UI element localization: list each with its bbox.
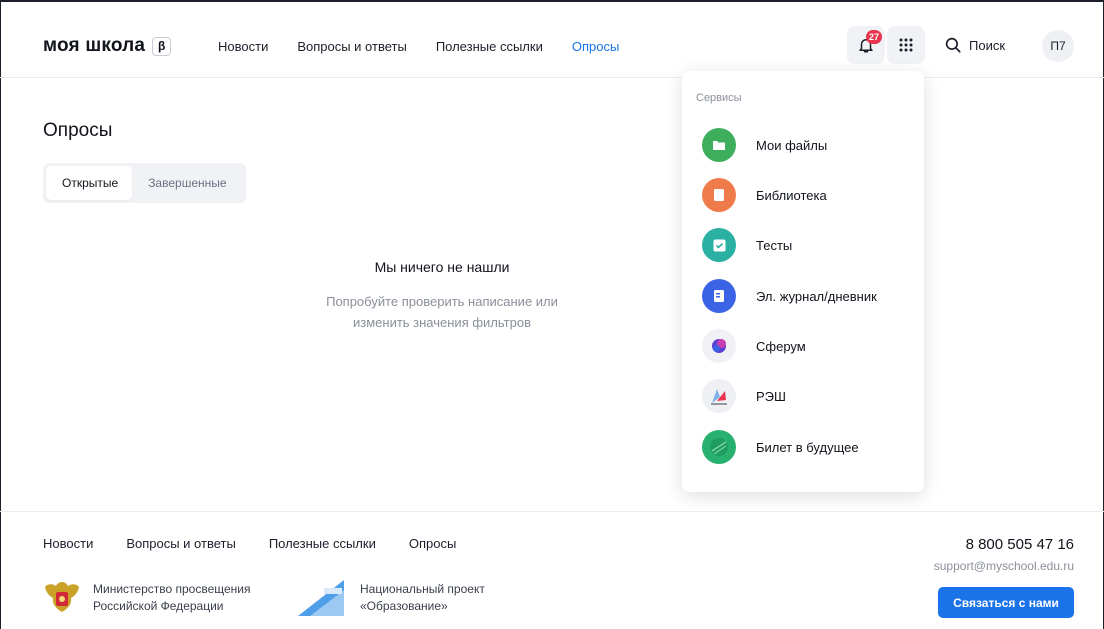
service-label: Тесты (756, 237, 793, 253)
services-menu-button[interactable] (887, 26, 925, 64)
project-line-2: «Образование» (360, 599, 448, 613)
search-button[interactable]: Поиск (944, 36, 1005, 54)
service-label: Эл. журнал/дневник (756, 288, 877, 304)
service-future-ticket[interactable]: Билет в будущее (702, 429, 912, 465)
service-my-files[interactable]: Мои файлы (702, 127, 912, 163)
ministry-line-2: Российской Федерации (93, 599, 224, 613)
logo-text: моя школа (43, 35, 146, 56)
logo[interactable]: моя школа β (43, 35, 172, 57)
contact-us-button[interactable]: Связаться с нами (938, 587, 1074, 618)
footer-nav-surveys[interactable]: Опросы (409, 536, 456, 551)
grid-icon (899, 38, 913, 52)
resh-icon (702, 379, 736, 413)
service-resh[interactable]: РЭШ (702, 378, 912, 414)
footer-nav: Новости Вопросы и ответы Полезные ссылки… (43, 536, 456, 551)
service-library[interactable]: Библиотека (702, 177, 912, 213)
support-phone[interactable]: 8 800 505 47 16 (966, 536, 1074, 553)
book-icon (702, 178, 736, 212)
journal-icon (702, 279, 736, 313)
service-label: Библиотека (756, 187, 827, 203)
sferum-icon (702, 329, 736, 363)
ministry-link[interactable]: Министерство просвещения Российской Феде… (43, 578, 250, 618)
service-label: Сферум (756, 338, 806, 354)
footer-nav-faq[interactable]: Вопросы и ответы (126, 536, 235, 551)
service-journal[interactable]: Эл. журнал/дневник (702, 278, 912, 314)
national-project-link[interactable]: Национальный проект «Образование» (296, 578, 485, 618)
nav-faq[interactable]: Вопросы и ответы (297, 39, 406, 54)
service-label: Билет в будущее (756, 439, 859, 455)
ministry-text: Министерство просвещения Российской Феде… (93, 581, 250, 615)
russian-emblem-icon (45, 582, 79, 612)
header: моя школа β Новости Вопросы и ответы Пол… (0, 2, 1104, 78)
support-email[interactable]: support@myschool.edu.ru (934, 559, 1074, 573)
national-project-logo-icon (298, 580, 344, 616)
notifications-button[interactable]: 27 (847, 26, 885, 64)
project-line-1: Национальный проект (360, 582, 485, 596)
service-label: РЭШ (756, 388, 786, 404)
national-project-text: Национальный проект «Образование» (360, 581, 485, 615)
services-dropdown: Сервисы Мои файлы Библиотека Тесты Эл. ж… (682, 71, 924, 492)
checkbox-icon (702, 228, 736, 262)
folder-icon (702, 128, 736, 162)
nav-news[interactable]: Новости (218, 39, 268, 54)
services-title: Сервисы (696, 92, 742, 104)
service-sferum[interactable]: Сферум (702, 328, 912, 364)
service-tests[interactable]: Тесты (702, 227, 912, 263)
nav-links[interactable]: Полезные ссылки (436, 39, 543, 54)
beta-badge: β (152, 36, 172, 56)
search-label: Поиск (969, 37, 1006, 53)
tab-open[interactable]: Открытые (46, 166, 133, 200)
ministry-line-1: Министерство просвещения (93, 582, 251, 596)
notification-badge: 27 (866, 30, 883, 44)
search-icon (945, 37, 961, 53)
tab-finished[interactable]: Завершенные (132, 166, 242, 200)
service-label: Мои файлы (756, 137, 828, 153)
nav-surveys[interactable]: Опросы (572, 39, 619, 54)
footer-nav-news[interactable]: Новости (43, 536, 93, 551)
footer-divider (0, 511, 1104, 512)
page-title: Опросы (43, 120, 113, 141)
main-nav: Новости Вопросы и ответы Полезные ссылки… (218, 39, 619, 54)
footer-nav-links[interactable]: Полезные ссылки (269, 536, 376, 551)
survey-tabs: Открытые Завершенные (43, 163, 246, 203)
avatar[interactable]: П7 (1042, 30, 1074, 62)
ticket-icon (702, 430, 736, 464)
